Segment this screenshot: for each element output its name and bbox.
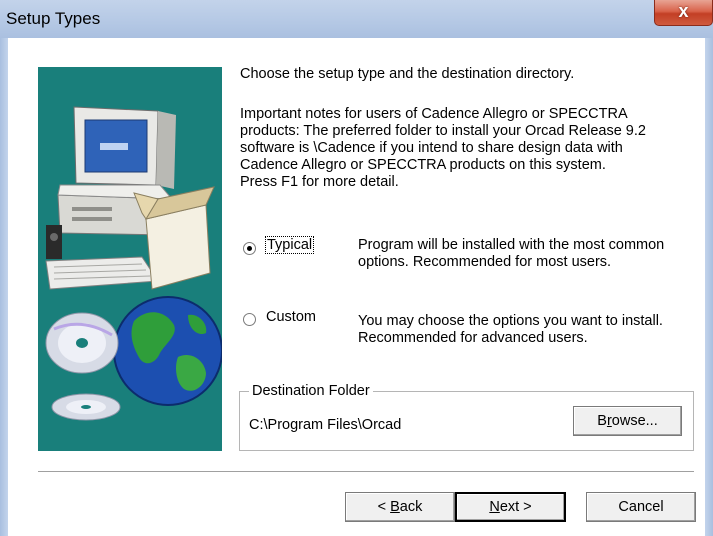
destination-folder-legend: Destination Folder	[249, 383, 373, 399]
computer-illustration	[45, 106, 215, 290]
typical-label-text: Typical	[265, 236, 315, 254]
next-label-post: ext >	[499, 499, 532, 515]
install-notes: Important notes for users of Cadence All…	[240, 106, 646, 190]
back-label-underlined: B	[390, 499, 400, 515]
next-label-underlined: N	[489, 499, 500, 515]
custom-radio[interactable]	[243, 313, 256, 326]
typical-label[interactable]: Typical	[265, 236, 315, 254]
custom-label[interactable]: Custom	[266, 309, 316, 325]
cd-icon	[45, 312, 121, 421]
typical-description: Program will be installed with the most …	[358, 237, 665, 270]
next-button[interactable]: Next >	[455, 492, 566, 522]
browse-label-pre: B	[597, 413, 607, 429]
back-label-pre: <	[377, 499, 391, 515]
typical-radio[interactable]	[243, 242, 256, 255]
window-frame-right	[705, 38, 713, 536]
cancel-button[interactable]: Cancel	[586, 492, 696, 522]
globe-illustration	[113, 296, 222, 406]
setup-illustration	[38, 67, 222, 451]
intro-text: Choose the setup type and the destinatio…	[240, 66, 575, 82]
back-label-post: ack	[399, 499, 423, 515]
window-title: Setup Types	[6, 9, 101, 28]
separator	[38, 471, 694, 473]
close-icon[interactable]: x	[654, 0, 713, 26]
custom-description: You may choose the options you want to i…	[358, 313, 663, 346]
close-glyph: x	[678, 1, 689, 21]
dialog-body: Choose the setup type and the destinatio…	[8, 38, 705, 536]
browse-button[interactable]: Browse...	[573, 406, 682, 436]
title-bar: Setup Types x	[0, 0, 713, 39]
destination-path: C:\Program Files\Orcad	[249, 417, 402, 433]
back-button[interactable]: < Back	[345, 492, 455, 522]
browse-label-post: owse...	[611, 413, 658, 429]
window-frame-left	[0, 38, 8, 536]
